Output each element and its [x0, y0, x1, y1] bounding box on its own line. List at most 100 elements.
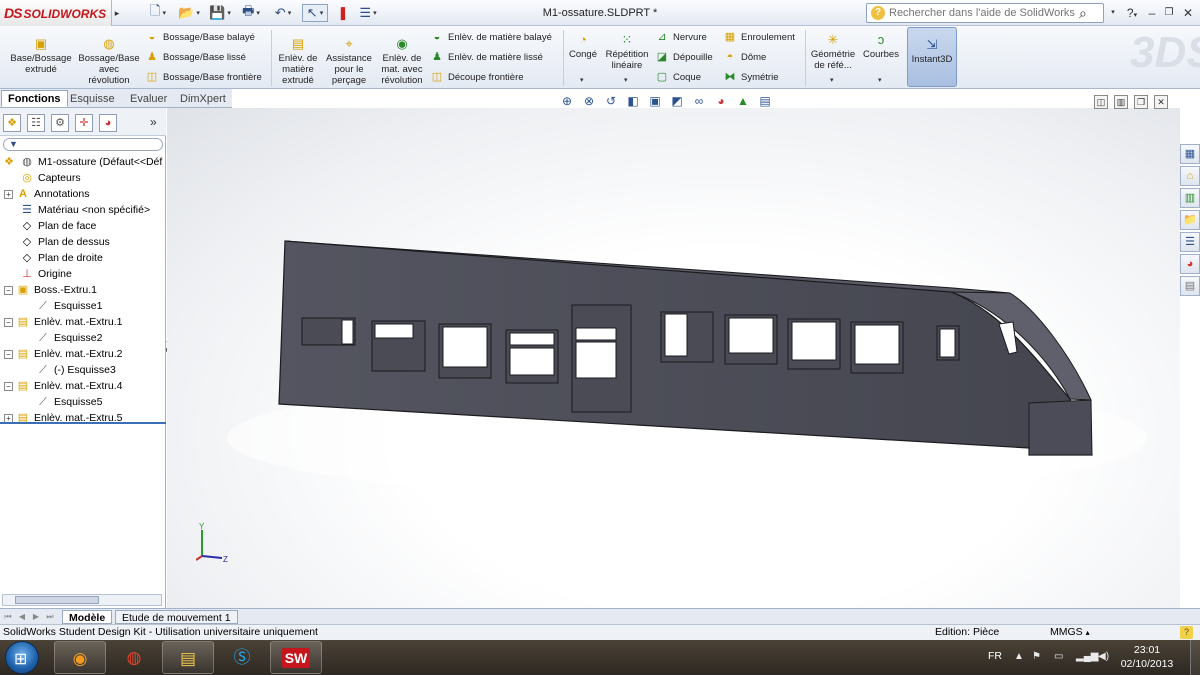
instant3d-button[interactable]: ⇲ Instant3D: [907, 27, 957, 87]
help-search-box[interactable]: ? ⌕: [866, 3, 1104, 23]
save-icon[interactable]: 💾 ▾: [207, 4, 233, 22]
view-orientation-icon[interactable]: ▣: [646, 94, 664, 108]
appearances-icon[interactable]: ◕: [1180, 254, 1200, 274]
feature-manager-icon[interactable]: ❖: [3, 114, 21, 132]
minimize-icon[interactable]: –: [1145, 4, 1159, 22]
mirror-button[interactable]: ⧓ Symétrie: [723, 71, 779, 84]
select-cursor-icon[interactable]: ↖ ▾: [302, 4, 328, 22]
tree-item-top-plane[interactable]: ◇ Plan de dessus: [20, 234, 110, 250]
display-manager-icon[interactable]: ◕: [99, 114, 117, 132]
zoom-to-fit-icon[interactable]: ⊕: [558, 94, 576, 108]
volume-icon[interactable]: ◀): [1098, 651, 1109, 662]
file-explorer-icon[interactable]: 📁: [1180, 210, 1200, 230]
lofted-boss-button[interactable]: ♟ Bossage/Base lissé: [145, 51, 246, 64]
viewport-close-icon[interactable]: ✕: [1154, 95, 1168, 109]
fillet-dropdown-icon[interactable]: ▾: [580, 76, 584, 84]
base-extrude-button[interactable]: ▣ Base/Bossage extrudé: [6, 37, 76, 76]
shell-button[interactable]: ▢ Coque: [655, 71, 701, 84]
linear-pattern-button[interactable]: ⁙ Répétition linéaire: [603, 33, 651, 72]
configuration-manager-icon[interactable]: ⚙: [51, 114, 69, 132]
section-view-icon[interactable]: ◧: [624, 94, 642, 108]
boundary-cut-button[interactable]: ◫ Découpe frontière: [430, 71, 524, 84]
tree-item-boss-extrude-1[interactable]: − ▣ Boss.-Extru.1: [4, 282, 97, 298]
print-icon[interactable]: 🖶 ▾: [238, 3, 264, 22]
collapse-icon[interactable]: −: [4, 381, 13, 391]
clock[interactable]: 23:01 02/10/2013: [1112, 643, 1182, 671]
search-icon[interactable]: ⌕: [1079, 5, 1087, 22]
search-dropdown-icon[interactable]: ▾: [1108, 4, 1118, 22]
last-tab-icon[interactable]: ⏭: [44, 611, 56, 623]
view-settings-icon[interactable]: ▤: [756, 94, 774, 108]
pattern-dropdown-icon[interactable]: ▾: [624, 76, 628, 84]
collapse-icon[interactable]: −: [4, 285, 13, 295]
collapse-icon[interactable]: −: [4, 349, 13, 359]
tree-item-right-plane[interactable]: ◇ Plan de droite: [20, 250, 103, 266]
edit-appearance-icon[interactable]: ◕: [712, 94, 730, 108]
close-icon[interactable]: ✕: [1180, 4, 1196, 22]
dome-button[interactable]: ◓ Dôme: [723, 51, 767, 64]
chrome-icon[interactable]: ◍: [108, 641, 160, 674]
tab-esquisse[interactable]: Esquisse: [63, 90, 122, 107]
swept-cut-button[interactable]: ◒ Enlèv. de matière balayé: [430, 31, 552, 44]
quick-tips-icon[interactable]: ?: [1180, 626, 1193, 639]
tree-item-cut-extrude-1[interactable]: − ▤ Enlèv. mat.-Extru.1: [4, 314, 123, 330]
tab-fonctions[interactable]: Fonctions: [1, 90, 68, 107]
solidworks-icon[interactable]: SW: [270, 641, 322, 674]
scrollbar-thumb[interactable]: [15, 596, 99, 604]
new-document-icon[interactable]: 🗋 ▾: [145, 3, 171, 22]
tree-item-sketch-1[interactable]: ⟋ Esquisse1: [36, 298, 102, 314]
display-style-icon[interactable]: ◩: [668, 94, 686, 108]
more-tabs-chevron-icon[interactable]: »: [150, 115, 157, 129]
viewport-restore-icon[interactable]: ❐: [1134, 95, 1148, 109]
help-icon[interactable]: ?▾: [1124, 4, 1140, 22]
tab-modele[interactable]: Modèle: [62, 610, 113, 624]
base-revolve-button[interactable]: ◍ Bossage/Base avec révolution: [78, 37, 140, 87]
graphics-area[interactable]: [167, 108, 1180, 608]
apply-scene-icon[interactable]: ▲: [734, 94, 752, 108]
restore-icon[interactable]: ❐: [1162, 4, 1176, 22]
rib-button[interactable]: ⊿ Nervure: [655, 31, 706, 44]
undo-icon[interactable]: ↶ ▾: [270, 4, 296, 22]
tree-item-front-plane[interactable]: ◇ Plan de face: [20, 218, 97, 234]
extruded-cut-button[interactable]: ▤ Enlèv. de matière extrudé: [275, 37, 321, 87]
wrap-button[interactable]: ▦ Enroulement: [723, 31, 795, 44]
solidworks-resources-icon[interactable]: ▦: [1180, 144, 1200, 164]
reference-geometry-button[interactable]: ✳ Géométrie de réfé...: [808, 33, 858, 72]
tab-dimxpert[interactable]: DimXpert: [173, 90, 233, 107]
lofted-cut-button[interactable]: ♟ Enlèv. de matière lissé: [430, 51, 543, 64]
curves-dropdown-icon[interactable]: ▾: [878, 76, 882, 84]
horizontal-scrollbar[interactable]: [2, 594, 162, 606]
tree-item-origin[interactable]: ⊥ Origine: [20, 266, 72, 282]
fillet-button[interactable]: ◔ Congé: [566, 33, 600, 61]
expand-icon[interactable]: +: [4, 189, 13, 199]
viewport-split-icon[interactable]: ◫: [1094, 95, 1108, 109]
next-tab-icon[interactable]: ▶: [30, 611, 42, 623]
first-tab-icon[interactable]: ⏮: [2, 611, 14, 623]
menu-expand-arrow-icon[interactable]: ▸: [112, 0, 122, 26]
dimxpert-manager-icon[interactable]: ✛: [75, 114, 93, 132]
boundary-boss-button[interactable]: ◫ Bossage/Base frontière: [145, 71, 262, 84]
language-indicator[interactable]: FR: [988, 650, 1002, 662]
previous-view-icon[interactable]: ↺: [602, 94, 620, 108]
ref-geometry-dropdown-icon[interactable]: ▾: [830, 76, 834, 84]
model-3d-view[interactable]: [167, 108, 1180, 608]
prev-tab-icon[interactable]: ◀: [16, 611, 28, 623]
tree-filter-field[interactable]: ▼: [3, 138, 163, 151]
tree-item-sketch-2[interactable]: ⟋ Esquisse2: [36, 330, 102, 346]
swept-boss-button[interactable]: ◒ Bossage/Base balayé: [145, 31, 255, 44]
view-palette-icon[interactable]: ☰: [1180, 232, 1200, 252]
hide-show-items-icon[interactable]: ∞: [690, 94, 708, 108]
show-hidden-icons-icon[interactable]: ▲: [1014, 651, 1024, 662]
tree-item-cut-extrude-4[interactable]: − ▤ Enlèv. mat.-Extru.4: [4, 378, 123, 394]
collapse-icon[interactable]: −: [4, 317, 13, 327]
zoom-to-area-icon[interactable]: ⊗: [580, 94, 598, 108]
options-icon[interactable]: ☰ ▾: [355, 4, 381, 22]
revolved-cut-button[interactable]: ◉ Enlèv. de mat. avec révolution: [376, 37, 428, 87]
design-library-icon[interactable]: ▥: [1180, 188, 1200, 208]
tree-item-material[interactable]: ☰ Matériau <non spécifié>: [20, 202, 150, 218]
power-icon[interactable]: ▭: [1054, 651, 1063, 662]
tree-item-capteurs[interactable]: ◎ Capteurs: [20, 170, 80, 186]
firefox-icon[interactable]: ◉: [54, 641, 106, 674]
viewport-tile-icon[interactable]: ▥: [1114, 95, 1128, 109]
search-input[interactable]: [889, 7, 1079, 19]
